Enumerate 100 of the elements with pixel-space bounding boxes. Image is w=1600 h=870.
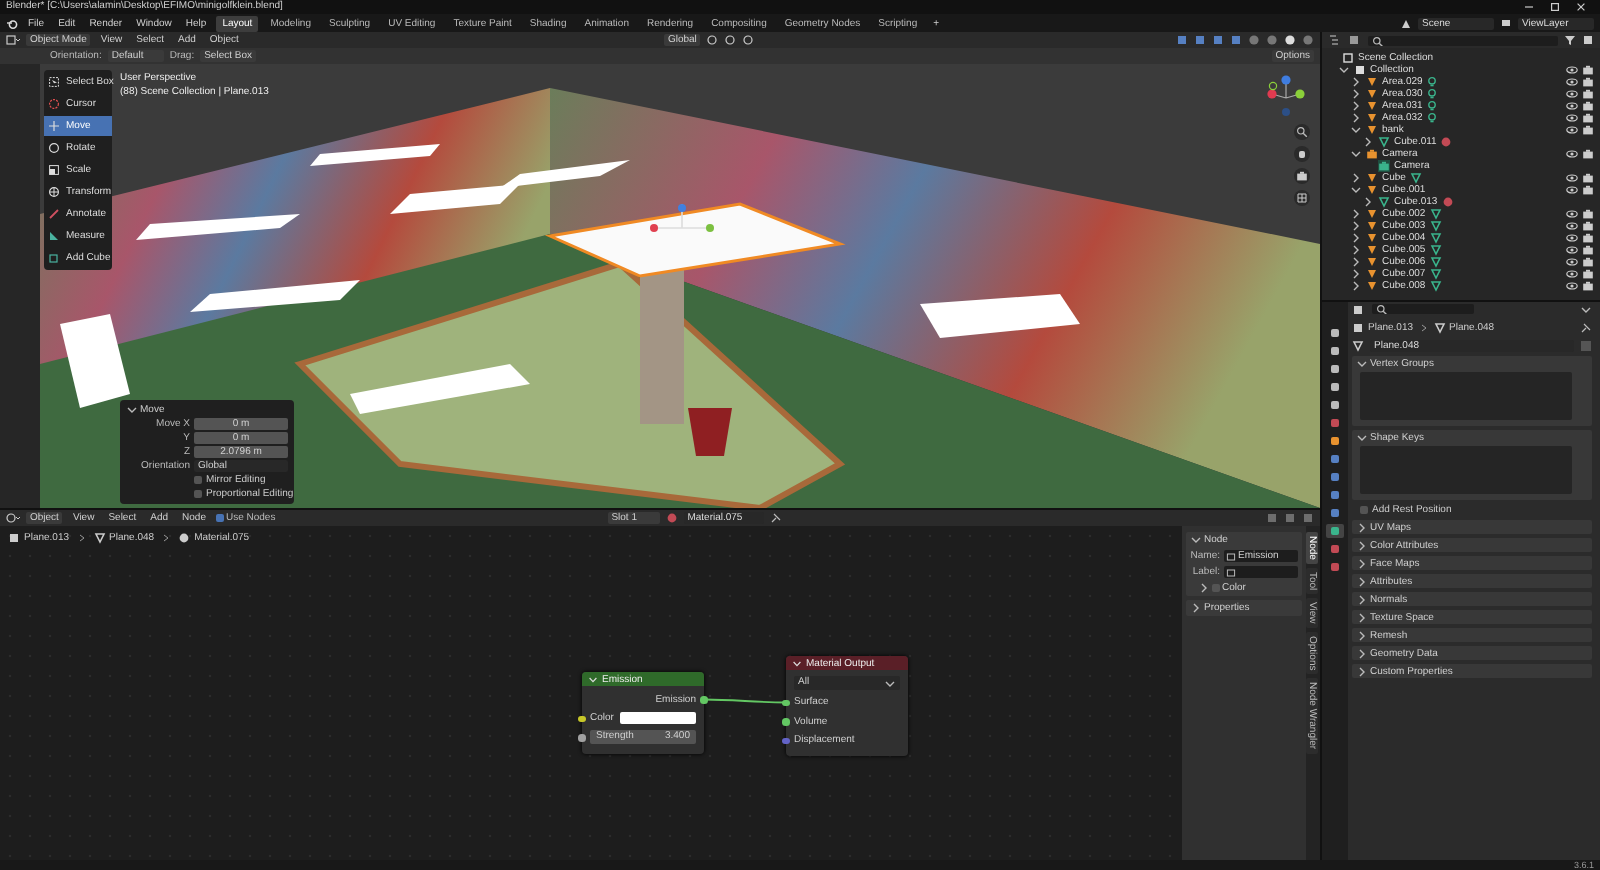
wireframe-shading-icon[interactable]	[1248, 34, 1261, 46]
eye-icon[interactable]	[1566, 64, 1578, 76]
pin-icon[interactable]	[1580, 321, 1592, 333]
camera-icon[interactable]	[1582, 208, 1594, 220]
chevron-right-icon	[1419, 321, 1428, 333]
camera-icon[interactable]	[1582, 124, 1594, 136]
input-socket[interactable]	[782, 737, 790, 744]
camera-icon[interactable]	[1582, 268, 1594, 280]
input-socket[interactable]	[578, 734, 586, 741]
close-icon[interactable]	[1576, 2, 1586, 12]
search-field[interactable]	[1368, 35, 1558, 45]
transform-icon	[48, 186, 60, 198]
camera-icon[interactable]	[1582, 100, 1594, 112]
cursor-icon	[48, 98, 60, 110]
pivot-icon[interactable]	[706, 34, 719, 46]
transform-gizmo-icon	[650, 204, 714, 232]
input-socket[interactable]	[782, 718, 790, 725]
eye-icon[interactable]	[1566, 112, 1578, 124]
editor-type-icon[interactable]	[6, 34, 20, 46]
view-layer-tab[interactable]	[1326, 380, 1344, 394]
maximize-icon[interactable]	[1550, 2, 1560, 12]
text-field[interactable]	[1224, 566, 1298, 578]
eye-icon[interactable]	[1566, 76, 1578, 88]
output-socket[interactable]	[700, 696, 708, 703]
constraints-tab[interactable]	[1326, 506, 1344, 520]
eye-icon[interactable]	[1566, 172, 1578, 184]
material-shading-icon[interactable]	[1284, 34, 1297, 46]
eye-icon[interactable]	[1566, 124, 1578, 136]
menu-icon[interactable]	[1580, 303, 1592, 315]
chevron-down-icon	[884, 677, 896, 690]
mesh-icon	[1378, 196, 1390, 208]
checkbox[interactable]	[194, 490, 202, 498]
eye-icon[interactable]	[1566, 268, 1578, 280]
camera-icon[interactable]	[1582, 148, 1594, 160]
ruler-icon	[48, 230, 60, 242]
minimize-icon[interactable]	[1524, 2, 1534, 12]
camera-icon	[1296, 170, 1308, 182]
cube-icon	[48, 252, 60, 264]
camera-icon[interactable]	[1582, 184, 1594, 196]
zoom-icon	[1296, 126, 1308, 138]
input-socket[interactable]	[782, 699, 790, 706]
camera-icon[interactable]	[1582, 64, 1594, 76]
output-tab[interactable]	[1326, 362, 1344, 376]
camera-icon[interactable]	[1582, 280, 1594, 292]
color-swatch[interactable]	[619, 712, 696, 725]
camera-icon[interactable]	[1582, 220, 1594, 232]
camera-icon[interactable]	[1582, 232, 1594, 244]
eye-icon[interactable]	[1566, 208, 1578, 220]
hand-icon	[1296, 148, 1308, 160]
checkbox[interactable]	[194, 476, 202, 484]
object-tab[interactable]	[1326, 434, 1344, 448]
chevron-right-icon	[162, 532, 171, 544]
scale-icon	[48, 164, 60, 176]
eye-icon[interactable]	[1566, 256, 1578, 268]
data-tab[interactable]	[1326, 524, 1344, 538]
checkbox[interactable]	[1360, 506, 1368, 514]
particles-tab[interactable]	[1326, 470, 1344, 484]
mesh-icon	[1433, 321, 1446, 333]
material-tab[interactable]	[1326, 542, 1344, 556]
physics-tab[interactable]	[1326, 488, 1344, 502]
camera-icon[interactable]	[1582, 76, 1594, 88]
pin-icon[interactable]	[769, 512, 782, 524]
editor-type-icon[interactable]	[6, 512, 20, 524]
eye-icon[interactable]	[1566, 220, 1578, 232]
camera-icon[interactable]	[1582, 244, 1594, 256]
modifiers-tab[interactable]	[1326, 452, 1344, 466]
camera-icon[interactable]	[1582, 88, 1594, 100]
pencil-icon	[48, 208, 60, 220]
tool-tab[interactable]	[1326, 326, 1344, 340]
search-icon	[1372, 35, 1384, 45]
eye-icon[interactable]	[1566, 184, 1578, 196]
editor-type-icon[interactable]	[1352, 303, 1366, 315]
camera-icon[interactable]	[1582, 172, 1594, 184]
eye-icon[interactable]	[1566, 100, 1578, 112]
node-icon	[1226, 567, 1236, 577]
rendered-shading-icon[interactable]	[1302, 34, 1315, 46]
solid-shading-icon[interactable]	[1266, 34, 1279, 46]
eye-icon[interactable]	[1566, 244, 1578, 256]
texture-tab[interactable]	[1326, 560, 1344, 574]
eye-icon[interactable]	[1566, 148, 1578, 160]
camera-icon[interactable]	[1582, 256, 1594, 268]
scene-tab[interactable]	[1326, 398, 1344, 412]
search-field[interactable]	[1372, 304, 1474, 314]
grid-icon	[1296, 192, 1308, 204]
camera-icon[interactable]	[1582, 112, 1594, 124]
eye-icon[interactable]	[1566, 88, 1578, 100]
render-tab[interactable]	[1326, 344, 1344, 358]
mesh-icon[interactable]	[1352, 339, 1364, 351]
proportional-icon[interactable]	[742, 34, 755, 46]
mesh-icon	[1409, 172, 1422, 184]
eye-icon[interactable]	[1566, 280, 1578, 292]
node-icon	[1226, 551, 1236, 561]
world-tab[interactable]	[1326, 416, 1344, 430]
eye-icon[interactable]	[1566, 232, 1578, 244]
input-socket[interactable]	[578, 715, 586, 722]
blender-logo-icon[interactable]	[6, 17, 18, 29]
node-link[interactable]	[703, 698, 787, 704]
search-icon	[1376, 304, 1388, 314]
select-box-icon	[48, 76, 60, 88]
checkbox[interactable]	[215, 514, 224, 522]
